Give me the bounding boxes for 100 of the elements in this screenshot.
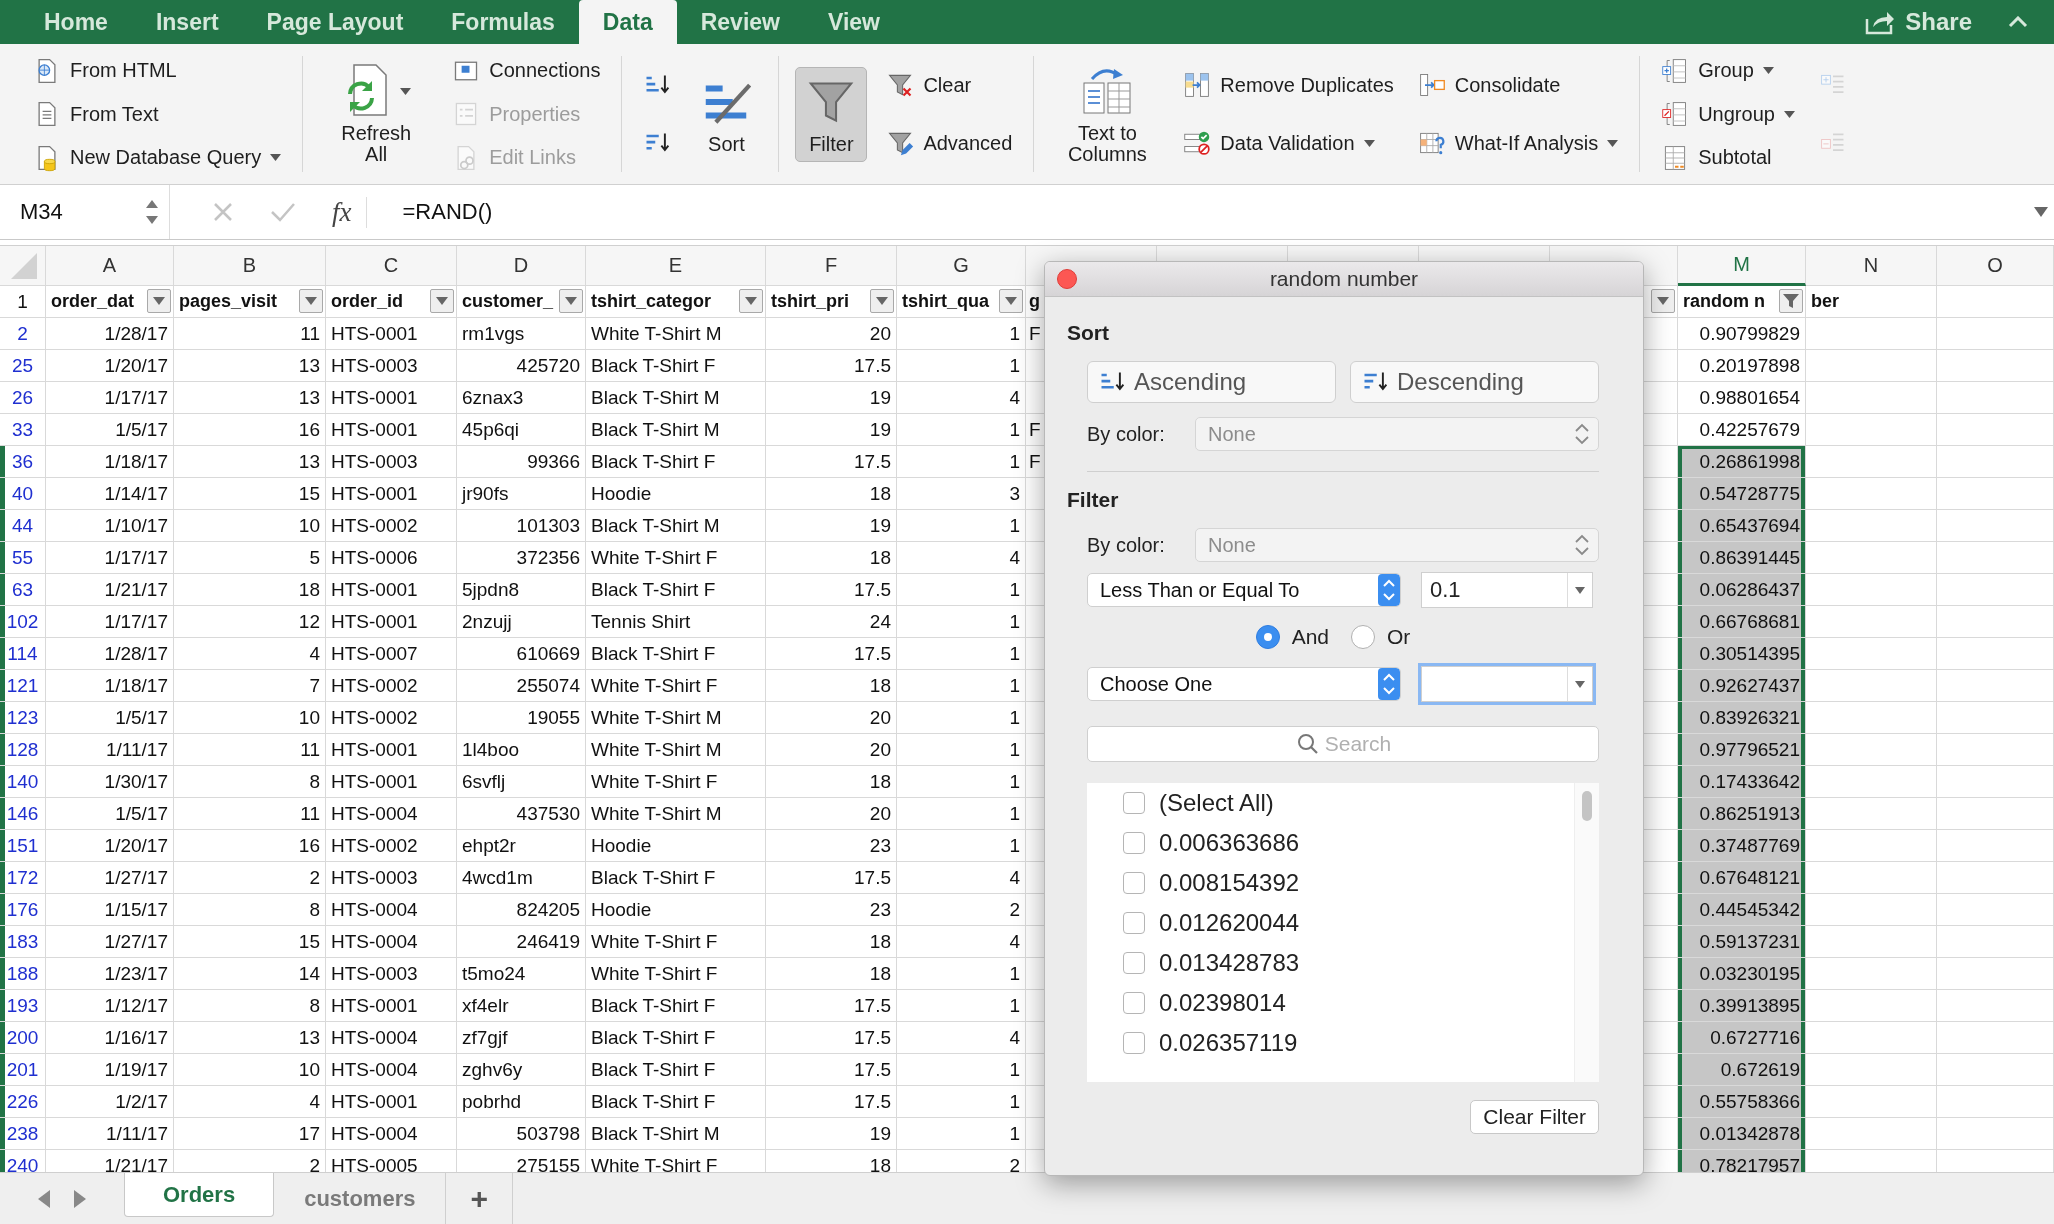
table-cell: 1/17/17 xyxy=(46,382,174,414)
table-cell: 15 xyxy=(174,478,326,510)
table-cell: 0.98801654 xyxy=(1678,382,1806,414)
table-cell: HTS-0001 xyxy=(326,382,457,414)
table-cell: 23 xyxy=(766,830,897,862)
table-cell: 14 xyxy=(174,958,326,990)
table-cell: 6svflj xyxy=(457,766,586,798)
table-cell: 18 xyxy=(766,958,897,990)
table-cell: Black T-Shirt F xyxy=(586,1054,766,1086)
table-cell: 425720 xyxy=(457,350,586,382)
checkbox-label: (Select All) xyxy=(1159,789,1274,817)
table-cell: 4 xyxy=(897,382,1026,414)
table-cell: Black T-Shirt F xyxy=(586,574,766,606)
table-cell: 23 xyxy=(766,894,897,926)
table-cell: HTS-0001 xyxy=(326,414,457,446)
table-cell: 4 xyxy=(897,1022,1026,1054)
table-cell: 17.5 xyxy=(766,446,897,478)
table-cell: 18 xyxy=(766,926,897,958)
table-cell: 1/17/17 xyxy=(46,606,174,638)
table-cell: 13 xyxy=(174,446,326,478)
column-title: customer_ xyxy=(462,291,554,312)
column-title: tshirt_pri xyxy=(771,291,849,312)
table-cell: HTS-0003 xyxy=(326,958,457,990)
table-cell: 16 xyxy=(174,414,326,446)
table-cell: 0.54728775 xyxy=(1678,478,1806,510)
table-cell: 19055 xyxy=(457,702,586,734)
table-cell: 1/23/17 xyxy=(46,958,174,990)
table-cell: 1/5/17 xyxy=(46,798,174,830)
table-cell: Black T-Shirt M xyxy=(586,414,766,446)
table-cell: HTS-0001 xyxy=(326,1086,457,1118)
dialog-title: random number xyxy=(1268,267,1420,291)
table-cell: Black T-Shirt F xyxy=(586,862,766,894)
table-cell: 4 xyxy=(174,638,326,670)
table-cell: 0.39913895 xyxy=(1678,990,1806,1022)
table-cell: White T-Shirt F xyxy=(586,766,766,798)
table-cell: 0.66768681 xyxy=(1678,606,1806,638)
table-cell: 0.83926321 xyxy=(1678,702,1806,734)
table-cell: 0.55758366 xyxy=(1678,1086,1806,1118)
table-cell: Black T-Shirt F xyxy=(586,638,766,670)
table-cell: 1/5/17 xyxy=(46,414,174,446)
table-cell: Tennis Shirt xyxy=(586,606,766,638)
table-cell: 246419 xyxy=(457,926,586,958)
table-cell: 1 xyxy=(897,958,1026,990)
radio-label: And xyxy=(1291,625,1329,649)
table-cell: Black T-Shirt F xyxy=(586,350,766,382)
table-cell: 1/2/17 xyxy=(46,1086,174,1118)
table-cell: 18 xyxy=(766,766,897,798)
table-cell: 1/12/17 xyxy=(46,990,174,1022)
table-cell: Black T-Shirt F xyxy=(586,990,766,1022)
table-cell: 5 xyxy=(174,542,326,574)
table-cell: 13 xyxy=(174,1022,326,1054)
table-cell: Black T-Shirt F xyxy=(586,1022,766,1054)
table-cell: 18 xyxy=(766,670,897,702)
table-cell: jr90fs xyxy=(457,478,586,510)
column-title: g xyxy=(1029,291,1040,312)
table-cell: 1l4boo xyxy=(457,734,586,766)
table-cell: 17.5 xyxy=(766,638,897,670)
table-cell: 99366 xyxy=(457,446,586,478)
table-cell: 1 xyxy=(897,414,1026,446)
table-cell: 12 xyxy=(174,606,326,638)
table-cell: 17.5 xyxy=(766,574,897,606)
table-cell: 17.5 xyxy=(766,1086,897,1118)
table-cell: 1 xyxy=(897,574,1026,606)
table-cell: 1/28/17 xyxy=(46,638,174,670)
table-cell: HTS-0001 xyxy=(326,734,457,766)
checkbox-label: 0.02398014 xyxy=(1159,989,1286,1017)
table-cell: 6znax3 xyxy=(457,382,586,414)
table-cell: 10 xyxy=(174,510,326,542)
table-cell: 1 xyxy=(897,510,1026,542)
table-cell: 13 xyxy=(174,382,326,414)
table-cell: HTS-0004 xyxy=(326,894,457,926)
table-cell: 11 xyxy=(174,318,326,350)
table-cell: HTS-0004 xyxy=(326,1054,457,1086)
checkbox-label: 0.026357119 xyxy=(1159,1029,1298,1057)
table-cell: White T-Shirt F xyxy=(586,926,766,958)
table-cell: 610669 xyxy=(457,638,586,670)
column-title: ber xyxy=(1811,291,1839,312)
table-cell: 0.86251913 xyxy=(1678,798,1806,830)
table-cell: 10 xyxy=(174,702,326,734)
column-title: tshirt_categor xyxy=(591,291,712,312)
table-cell: 7 xyxy=(174,670,326,702)
table-cell: 24 xyxy=(766,606,897,638)
table-cell: pobrhd xyxy=(457,1086,586,1118)
table-cell: 11 xyxy=(174,798,326,830)
table-cell: White T-Shirt M xyxy=(586,702,766,734)
table-cell: White T-Shirt M xyxy=(586,734,766,766)
table-cell: 1/27/17 xyxy=(46,862,174,894)
table-cell: 1/18/17 xyxy=(46,446,174,478)
table-cell: 15 xyxy=(174,926,326,958)
table-cell: 4 xyxy=(897,926,1026,958)
table-cell: 20 xyxy=(766,798,897,830)
table-cell: 1 xyxy=(897,1118,1026,1150)
table-cell: 17.5 xyxy=(766,1054,897,1086)
table-cell: 17.5 xyxy=(766,862,897,894)
checkbox-label: 0.012620044 xyxy=(1159,909,1300,937)
table-cell: 1 xyxy=(897,350,1026,382)
table-cell: 8 xyxy=(174,766,326,798)
table-cell: 0.20197898 xyxy=(1678,350,1806,382)
table-cell: 0.92627437 xyxy=(1678,670,1806,702)
table-cell: 19 xyxy=(766,1118,897,1150)
